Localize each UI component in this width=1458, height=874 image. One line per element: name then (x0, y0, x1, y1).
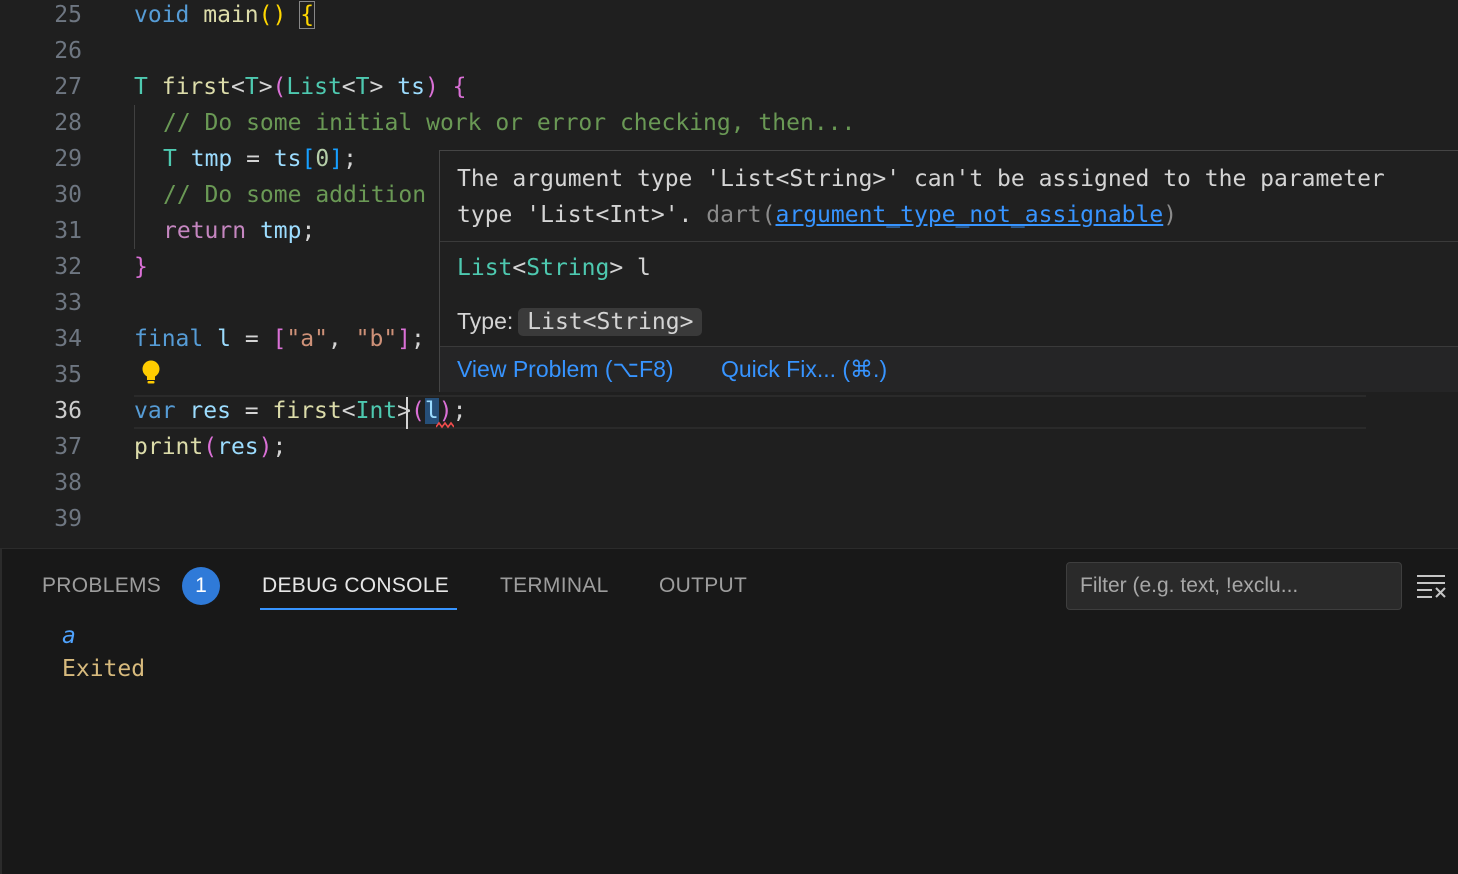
hover-popup[interactable]: The argument type 'List<String>' can't b… (439, 150, 1458, 392)
console-output-line: a (62, 623, 76, 649)
line-number: 27 (54, 74, 82, 100)
quick-fix-link[interactable]: Quick Fix... (⌘.) (721, 353, 887, 385)
code-line[interactable]: return tmp; (163, 213, 315, 249)
hover-type-info: Type: List<String> (457, 303, 703, 340)
tab-debug-console[interactable]: DEBUG CONSOLE (262, 569, 449, 603)
line-number: 33 (54, 290, 82, 316)
line-number: 28 (54, 110, 82, 136)
line-number: 26 (54, 38, 82, 64)
divider (440, 241, 1458, 242)
bottom-panel: PROBLEMS 1 DEBUG CONSOLE TERMINAL OUTPUT… (0, 548, 1458, 874)
error-squiggle-icon (436, 421, 454, 429)
line-number: 37 (54, 434, 82, 460)
view-problem-link[interactable]: View Problem (⌥F8) (457, 353, 674, 385)
code-line[interactable]: // Do some initial work or error checkin… (163, 105, 855, 141)
line-number: 35 (54, 362, 82, 388)
line-number: 38 (54, 470, 82, 496)
code-line-active[interactable]: var res = first<Int>(l); (134, 393, 466, 429)
code-line[interactable]: // Do some addition (163, 177, 426, 213)
line-number: 31 (54, 218, 82, 244)
console-output-line: Exited (62, 656, 146, 682)
code-editor[interactable]: 25 26 27 28 29 30 31 32 33 34 35 36 37 3… (0, 0, 1458, 548)
code-line[interactable]: void main() { (134, 0, 316, 33)
line-number: 39 (54, 506, 82, 532)
hover-actions: View Problem (⌥F8) Quick Fix... (⌘.) (440, 347, 1458, 392)
error-message: The argument type 'List<String>' can't b… (457, 166, 1385, 228)
line-number: 32 (54, 254, 82, 280)
code-line[interactable]: T tmp = ts[0]; (163, 141, 357, 177)
error-code-link[interactable]: argument_type_not_assignable (776, 202, 1164, 228)
line-number: 29 (54, 146, 82, 172)
code-line[interactable]: print(res); (134, 429, 286, 465)
tab-terminal[interactable]: TERMINAL (500, 569, 609, 603)
code-line[interactable]: T first<T>(List<T> ts) { (134, 69, 467, 105)
line-number: 30 (54, 182, 82, 208)
line-number: 34 (54, 326, 82, 352)
line-number-active: 36 (54, 398, 82, 424)
hover-signature: List<String> l (457, 255, 651, 281)
clear-console-icon[interactable] (1416, 573, 1448, 599)
lightbulb-icon[interactable] (140, 359, 162, 387)
line-number: 25 (54, 2, 82, 28)
code-line[interactable]: final l = ["a", "b"]; (134, 321, 425, 357)
filter-input[interactable]: Filter (e.g. text, !exclu... (1066, 562, 1402, 610)
active-tab-indicator (260, 608, 457, 610)
text-cursor (406, 397, 408, 429)
tab-problems[interactable]: PROBLEMS (42, 569, 161, 603)
problems-count-badge: 1 (182, 567, 220, 605)
tab-output[interactable]: OUTPUT (659, 569, 747, 603)
code-line[interactable]: } (134, 249, 148, 285)
type-chip: List<String> (518, 308, 703, 336)
